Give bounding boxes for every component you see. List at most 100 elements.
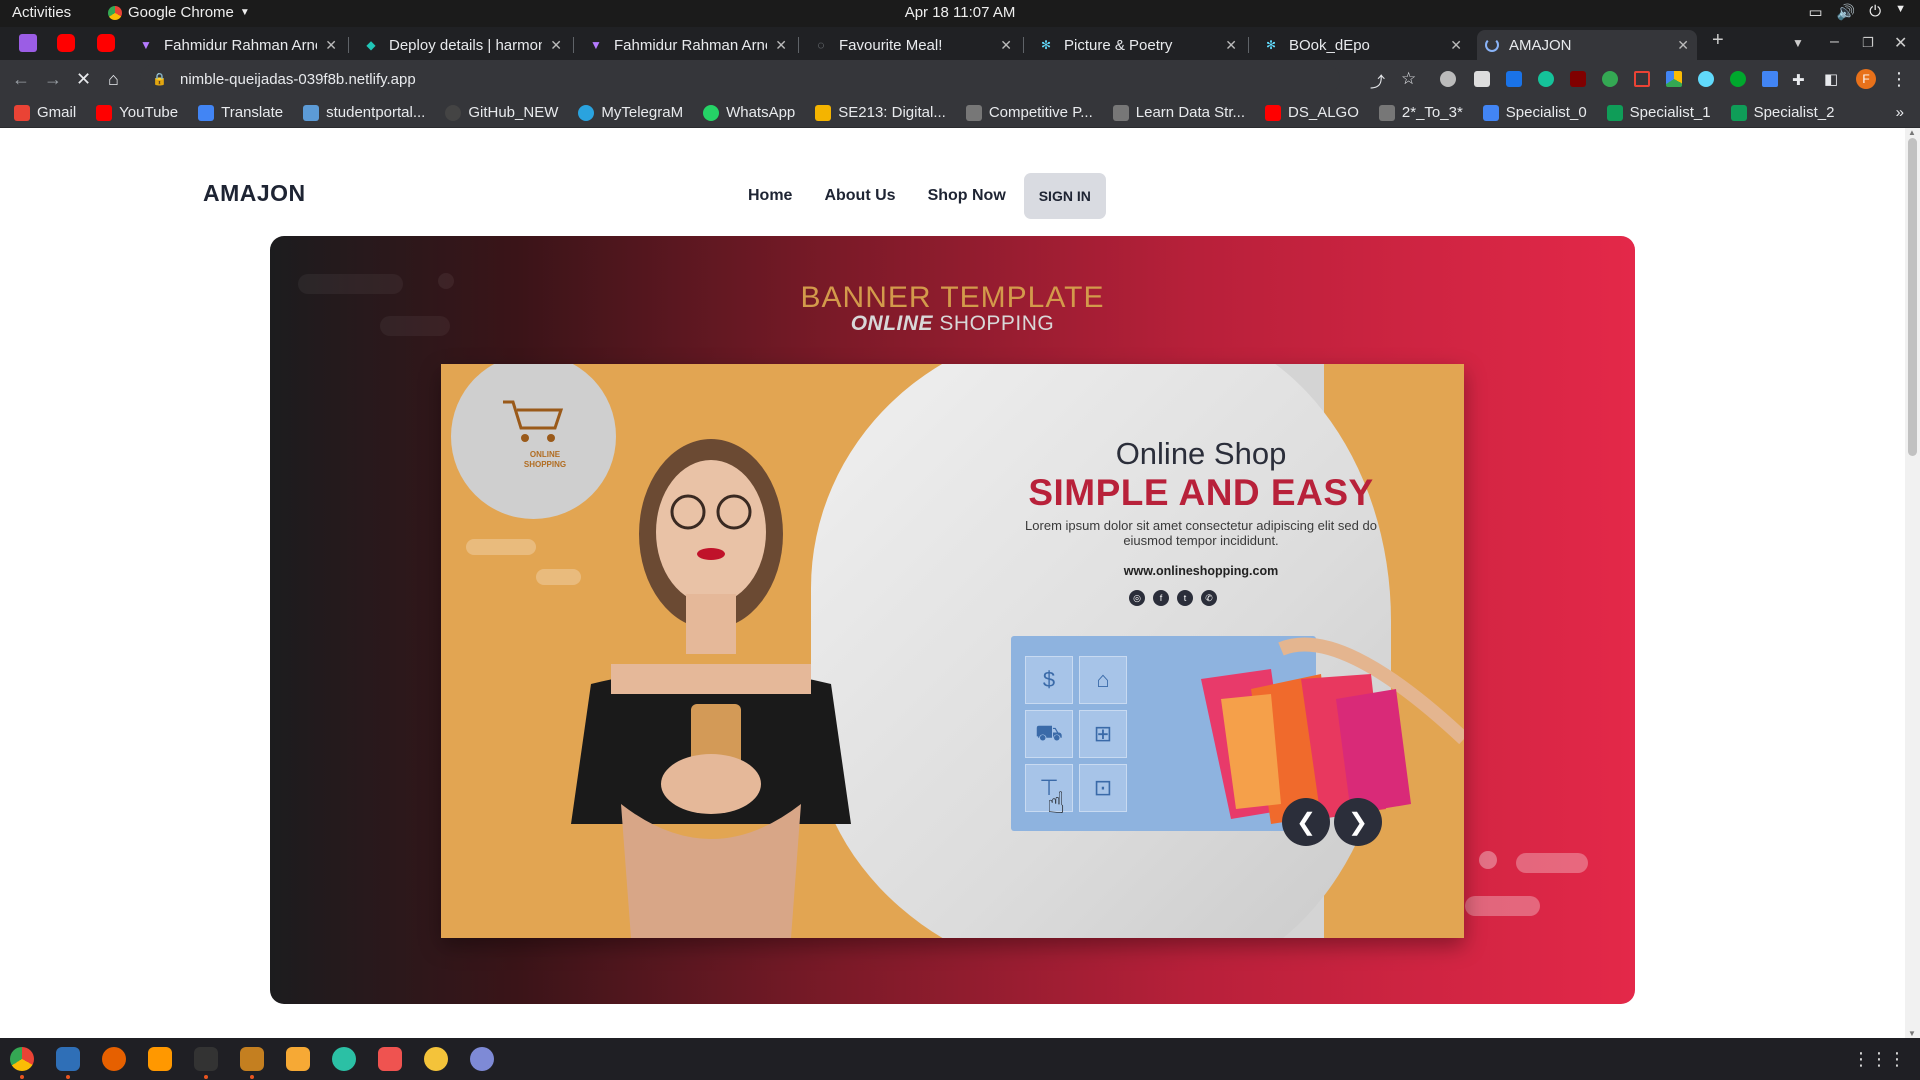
browser-tab[interactable]: ◆ Deploy details | harmon ✕ [355, 30, 570, 60]
drive-icon[interactable] [1666, 71, 1682, 87]
system-tray[interactable]: ▭ 🔊 ⏻ ▼ [1808, 3, 1906, 21]
nav-about-us[interactable]: About Us [824, 187, 895, 205]
software-icon[interactable] [286, 1047, 310, 1071]
side-panel-icon[interactable]: ◧ [1824, 70, 1838, 88]
bookmark-youtube[interactable]: YouTube [96, 104, 178, 121]
nav-shop-now[interactable]: Shop Now [928, 187, 1006, 205]
extensions-puzzle-icon[interactable]: ✚ [1792, 71, 1805, 89]
pinned-tab-app[interactable] [19, 34, 37, 52]
app-icon[interactable] [424, 1047, 448, 1071]
bookmark-2-to-3[interactable]: 2*_To_3* [1378, 104, 1463, 121]
clock[interactable]: Apr 18 11:07 AM [905, 4, 1016, 21]
bookmark-studentportal[interactable]: studentportal... [303, 104, 425, 121]
share-icon[interactable]: ⤴ [1370, 71, 1385, 92]
cc-icon [1378, 104, 1395, 121]
stop-loading-icon[interactable]: ✕ [76, 69, 91, 90]
globe-icon: ◌ [817, 38, 825, 52]
minimize-icon[interactable]: – [1830, 33, 1839, 51]
carousel-next-button[interactable]: ❯ [1334, 798, 1382, 846]
browser-tab[interactable]: ▼ Fahmidur Rahman Arno ✕ [130, 30, 345, 60]
nav-home[interactable]: Home [748, 187, 792, 205]
bookmark-competitive[interactable]: Competitive P... [965, 104, 1093, 121]
kebab-menu-icon[interactable]: ⋮ [1890, 69, 1908, 90]
bookmark-github[interactable]: GitHub_NEW [445, 104, 558, 121]
carousel-prev-button[interactable]: ❮ [1282, 798, 1330, 846]
sign-in-button[interactable]: SIGN IN [1023, 173, 1106, 219]
sheets-icon [1730, 104, 1747, 121]
tab-title: Favourite Meal! [839, 36, 943, 54]
files-icon[interactable] [240, 1047, 264, 1071]
show-apps-icon[interactable]: ⋮⋮⋮ [1852, 1049, 1906, 1070]
vscode-icon[interactable] [56, 1047, 80, 1071]
home-icon[interactable]: ⌂ [108, 69, 119, 90]
tab-title: Fahmidur Rahman Arno [164, 36, 318, 54]
scroll-up-icon[interactable]: ▲ [1908, 128, 1916, 137]
maximize-icon[interactable]: ❐ [1862, 35, 1874, 51]
extension-icon[interactable] [1506, 71, 1522, 87]
bookmark-telegram[interactable]: MyTelegraM [578, 104, 683, 121]
react-devtools-icon[interactable] [1698, 71, 1714, 87]
evernote-icon[interactable] [1730, 71, 1746, 87]
close-icon[interactable]: ✕ [1677, 37, 1689, 54]
bookmark-specialist-0[interactable]: Specialist_0 [1482, 104, 1587, 121]
address-bar[interactable]: 🔒 nimble-queijadas-039f8b.netlify.app [140, 64, 1340, 94]
bookmark-whatsapp[interactable]: WhatsApp [703, 104, 795, 121]
pinned-tab-youtube-2[interactable] [97, 34, 115, 52]
close-icon[interactable]: ✕ [1225, 37, 1237, 54]
firefox-icon[interactable] [102, 1047, 126, 1071]
close-icon[interactable]: ✕ [550, 37, 562, 54]
extension-icon[interactable] [1634, 71, 1650, 87]
bookmark-specialist-2[interactable]: Specialist_2 [1730, 104, 1834, 121]
app-icon[interactable] [332, 1047, 356, 1071]
bookmark-star-icon[interactable]: ☆ [1401, 69, 1416, 89]
tab-search-icon[interactable]: ▼ [1792, 36, 1804, 50]
close-icon[interactable]: ✕ [1000, 37, 1012, 54]
browser-tab[interactable]: ✻ Picture & Poetry ✕ [1030, 30, 1245, 60]
close-icon[interactable]: ✕ [775, 37, 787, 54]
terminal-icon[interactable] [194, 1047, 218, 1071]
profile-avatar[interactable]: F [1856, 69, 1876, 89]
browser-tab-active[interactable]: AMAJON ✕ [1477, 30, 1697, 60]
grammarly-icon[interactable] [1538, 71, 1554, 87]
bookmark-learn-ds[interactable]: Learn Data Str... [1112, 104, 1245, 121]
instagram-icon: ◎ [1129, 590, 1145, 606]
browser-tab[interactable]: ◌ Favourite Meal! ✕ [805, 30, 1020, 60]
browser-tab[interactable]: ▼ Fahmidur Rahman Arno ✕ [580, 30, 795, 60]
sublime-icon[interactable] [148, 1047, 172, 1071]
site-logo[interactable]: AMAJON [203, 180, 306, 207]
extension-camera-icon[interactable] [1474, 71, 1490, 87]
gmail-icon [14, 104, 30, 121]
extension-plus-icon[interactable] [1602, 71, 1618, 87]
bookmark-specialist-1[interactable]: Specialist_1 [1606, 104, 1711, 121]
window-close-icon[interactable]: ✕ [1894, 33, 1907, 53]
new-tab-icon[interactable]: + [1712, 29, 1724, 52]
scrollbar-thumb[interactable] [1908, 138, 1917, 456]
close-icon[interactable]: ✕ [325, 37, 337, 54]
app-icon[interactable] [378, 1047, 402, 1071]
back-icon[interactable]: ← [12, 69, 30, 90]
extension-icon[interactable] [1440, 71, 1456, 87]
bookmark-se213[interactable]: SE213: Digital... [815, 104, 946, 121]
bookmarks-overflow-icon[interactable]: » [1896, 104, 1904, 121]
page-scrollbar[interactable]: ▲ ▼ [1905, 128, 1920, 1038]
activities-button[interactable]: Activities [12, 4, 71, 21]
ublock-icon[interactable] [1570, 71, 1586, 87]
decor-pill [1465, 896, 1540, 916]
forward-icon[interactable]: → [44, 69, 62, 90]
app-icon[interactable] [470, 1047, 494, 1071]
chrome-icon[interactable] [10, 1047, 34, 1071]
pinned-tab-youtube[interactable] [57, 34, 75, 52]
bookmark-gmail[interactable]: Gmail [14, 104, 76, 121]
display-icon: ▭ [1808, 4, 1823, 21]
app-menu[interactable]: Google Chrome ▼ [108, 4, 250, 21]
browser-tab[interactable]: ✻ BOok_dEpo ✕ [1255, 30, 1470, 60]
bookmark-ds-algo[interactable]: DS_ALGO [1265, 104, 1359, 121]
extension-doc-icon[interactable] [1762, 71, 1778, 87]
power-icon: ⏻ [1869, 3, 1882, 20]
banner-title: BANNER TEMPLATE [800, 281, 1105, 314]
close-icon[interactable]: ✕ [1450, 37, 1462, 54]
chevron-down-icon: ▼ [1895, 3, 1906, 15]
bookmark-translate[interactable]: Translate [198, 104, 283, 121]
lock-icon: 🔒 [152, 72, 167, 86]
scroll-down-icon[interactable]: ▼ [1908, 1029, 1916, 1038]
